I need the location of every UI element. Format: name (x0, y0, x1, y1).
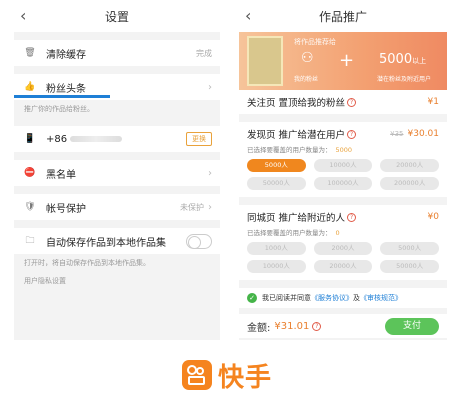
phone-icon: 📱 (24, 134, 36, 144)
screenshot: ‹ 设置 🗑 清除缓存 完成 👍 粉丝头条 › 推广你的作品给粉丝。 📱 +86… (0, 0, 460, 409)
nearby-chips: 1000人 2000人 5000人 10000人 20000人 50000人 (247, 240, 439, 275)
discover-selected-info: 已选择要覆盖的用户数量为： 5000 (247, 146, 353, 154)
help-icon[interactable]: ? (347, 212, 357, 222)
kuaishou-logo-icon (182, 360, 212, 390)
help-icon[interactable]: ? (347, 97, 357, 107)
audience-chip[interactable]: 20000人 (313, 260, 373, 273)
plus-icon: + (339, 50, 355, 71)
block-icon: ⛔ (24, 168, 36, 178)
review-rules-link[interactable]: 《审核规范》 (360, 293, 402, 303)
amount-value: ¥31.01 (274, 320, 310, 332)
discover-old-price: ¥35 (390, 130, 404, 138)
shield-icon: 🛡 (24, 202, 36, 212)
payment-bar: 金额: ¥31.01 ? 支付 (239, 314, 447, 338)
fans-headline-row[interactable]: 👍 粉丝头条 › (14, 74, 220, 100)
privacy-section-title: 用户隐私设置 (24, 277, 66, 285)
blacklist-label: 黑名单 (46, 169, 76, 181)
follow-card-label: 关注页 置顶给我的粉丝 (247, 98, 346, 109)
fans-headline-desc: 推广你的作品给粉丝。 (24, 105, 94, 113)
clear-cache-label: 清除缓存 (46, 49, 86, 61)
kuaishou-logo: 快手 (182, 355, 272, 395)
promo-banner: 将作品推荐给 ⚇ 我的粉丝 + 5000以上 潜在粉丝及附近用户 (239, 32, 447, 90)
help-icon[interactable]: ? (347, 129, 357, 139)
account-protect-label: 帐号保护 (46, 203, 86, 215)
audience-chip[interactable]: 5000人 (247, 159, 306, 172)
account-protect-row[interactable]: 🛡 帐号保护 未保护 › (14, 194, 220, 220)
follow-page-card[interactable]: 关注页 置顶给我的粉丝 ? ¥1 (239, 90, 447, 114)
discover-chips: 5000人 10000人 20000人 50000人 100000人 20000… (247, 157, 439, 192)
auto-save-desc: 打开时，将自动保存作品到本地作品集。 (24, 259, 150, 267)
brand-name: 快手 (218, 362, 273, 393)
auto-save-label: 自动保存作品到本地作品集 (46, 237, 166, 249)
masked-phone-number (70, 135, 123, 142)
phone-prefix: +86 (46, 133, 68, 145)
audience-chip[interactable]: 10000人 (313, 159, 373, 172)
people-icon: ⚇ (301, 50, 314, 66)
folder-icon: 🗀 (25, 236, 35, 246)
phone-row: 📱 +86 更换 (14, 126, 220, 152)
trash-icon: 🗑 (24, 48, 36, 58)
thumbs-up-icon: 👍 (24, 82, 36, 92)
blacklist-row[interactable]: ⛔ 黑名单 › (14, 160, 220, 186)
page-title: 作品推广 (318, 9, 367, 24)
audience-chip[interactable]: 1000人 (247, 242, 306, 255)
back-icon[interactable]: ‹ (20, 6, 38, 26)
nearby-price: ¥0 (427, 212, 439, 222)
discover-page-card: 发现页 推广给潜在用户 ? ¥35 ¥30.01 已选择要覆盖的用户数量为： 500… (239, 122, 447, 197)
banner-number: 5000以上 (379, 52, 427, 67)
auto-save-row: 🗀 自动保存作品到本地作品集 (14, 228, 220, 254)
audience-chip[interactable]: 50000人 (247, 177, 306, 190)
chevron-right-icon: › (208, 201, 212, 213)
chevron-right-icon: › (208, 81, 212, 93)
chevron-right-icon: › (208, 167, 212, 179)
audience-chip[interactable]: 50000人 (380, 260, 439, 273)
audience-chip[interactable]: 20000人 (380, 159, 439, 172)
audience-chip[interactable]: 10000人 (247, 260, 306, 273)
account-protect-status: 未保护 (180, 202, 204, 212)
banner-left-sub: 我的粉丝 (294, 76, 319, 83)
work-thumbnail (247, 36, 283, 86)
clear-cache-status: 完成 (196, 48, 212, 58)
audience-chip[interactable]: 100000人 (313, 177, 373, 190)
promo-nav-bar: ‹ 作品推广 (239, 0, 447, 32)
discover-card-label: 发现页 推广给潜在用户 (247, 130, 346, 141)
back-icon[interactable]: ‹ (245, 6, 263, 26)
nearby-selected-info: 已选择要覆盖的用户数量为： 0 (247, 229, 340, 237)
nearby-page-card: 同城页 推广给附近的人 ? ¥0 已选择要覆盖的用户数量为： 0 1000人 20… (239, 205, 447, 280)
audience-chip[interactable]: 200000人 (380, 177, 439, 190)
highlight-underline (14, 95, 110, 98)
auto-save-toggle[interactable] (186, 233, 212, 249)
help-icon[interactable]: ? (312, 321, 322, 331)
amount-label: 金额: (247, 322, 271, 334)
banner-caption: 将作品推荐给 (294, 38, 336, 46)
agreement-row: ✓ 我已阅读并同意 《服务协议》 及 《审核规范》 (239, 288, 447, 308)
settings-nav-bar: ‹ 设置 (14, 0, 220, 32)
page-title: 设置 (104, 9, 129, 24)
promo-screen: ‹ 作品推广 将作品推荐给 ⚇ 我的粉丝 + 5000以上 潜在粉丝及附近用户 … (239, 0, 447, 340)
clear-cache-row[interactable]: 🗑 清除缓存 完成 (14, 40, 220, 66)
discover-price: ¥30.01 (407, 129, 440, 139)
pay-button[interactable]: 支付 (385, 317, 439, 335)
change-phone-button[interactable]: 更换 (186, 132, 212, 146)
follow-card-price: ¥1 (427, 97, 439, 107)
service-agreement-link[interactable]: 《服务协议》 (311, 293, 353, 303)
check-icon[interactable]: ✓ (247, 293, 257, 303)
settings-screen: ‹ 设置 🗑 清除缓存 完成 👍 粉丝头条 › 推广你的作品给粉丝。 📱 +86… (14, 0, 220, 340)
audience-chip[interactable]: 5000人 (380, 242, 439, 255)
banner-right-sub: 潜在粉丝及附近用户 (377, 76, 432, 83)
audience-chip[interactable]: 2000人 (313, 242, 373, 255)
fans-headline-label: 粉丝头条 (46, 83, 86, 95)
nearby-card-label: 同城页 推广给附近的人 (247, 213, 346, 224)
